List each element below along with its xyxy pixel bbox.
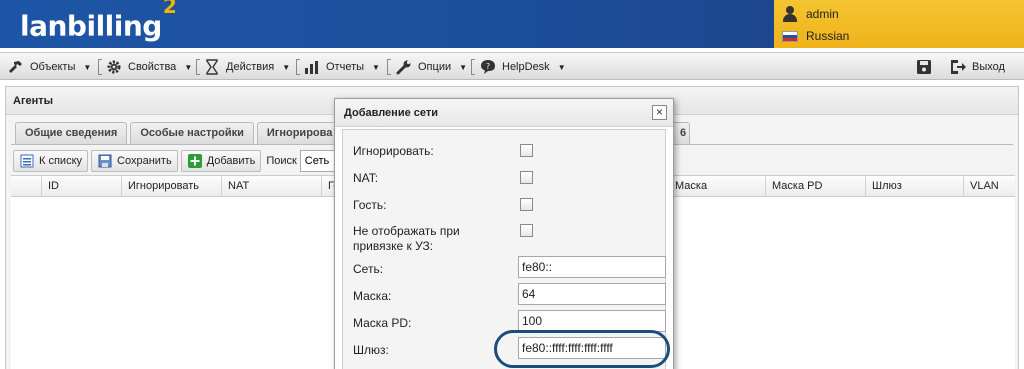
user-icon xyxy=(782,6,798,22)
menu-separator xyxy=(98,59,102,75)
menu-objects-label: Объекты xyxy=(30,61,76,73)
gear-icon xyxy=(107,60,121,74)
wrench-hammer-icon xyxy=(9,61,22,73)
menu-reports-label: Отчеты xyxy=(326,61,365,73)
menu-properties-label: Свойства xyxy=(128,61,177,73)
app-logo: lanbilling2 xyxy=(20,0,177,43)
language-row[interactable]: Russian xyxy=(782,29,849,43)
menu-options-label: Опции xyxy=(418,61,452,73)
menu-helpdesk[interactable]: ? HelpDesk ▼ xyxy=(480,57,566,77)
hide-checkbox[interactable] xyxy=(520,224,533,237)
gateway-label: Шлюз: xyxy=(353,343,389,357)
grid-toolbar: К списку Сохранить Добавить Поиск xyxy=(13,149,344,173)
logo-superscript: 2 xyxy=(162,0,177,18)
main-menu-bar: Объекты ▼ Свойства ▼ Действия ▼ Отчеты ▼ Опц… xyxy=(0,52,1024,80)
close-icon[interactable]: × xyxy=(652,105,667,120)
chevron-down-icon: ▼ xyxy=(282,62,291,72)
add-button[interactable]: Добавить xyxy=(180,150,262,172)
hourglass-icon xyxy=(206,59,218,75)
dialog-title: Добавление сети xyxy=(335,99,673,127)
chevron-down-icon: ▼ xyxy=(83,62,92,72)
nat-checkbox[interactable] xyxy=(520,171,533,184)
svg-text:?: ? xyxy=(486,62,490,71)
save-button[interactable]: Сохранить xyxy=(91,150,178,172)
chevron-down-icon: ▼ xyxy=(557,62,566,72)
column-header-nat[interactable]: NAT xyxy=(221,176,321,197)
speech-bubble-icon: ? xyxy=(481,60,495,74)
menu-actions-label: Действия xyxy=(226,61,275,73)
menu-save-disk[interactable] xyxy=(916,57,932,77)
column-header-vlan[interactable]: VLAN xyxy=(963,176,1015,197)
mask-label: Маска: xyxy=(353,289,392,303)
app-header: lanbilling2 admin Russian xyxy=(0,0,1024,48)
floppy-disk-icon xyxy=(917,60,931,74)
gateway-highlight-ring xyxy=(494,330,670,368)
chevron-down-icon: ▼ xyxy=(459,62,468,72)
column-header-id[interactable]: ID xyxy=(41,176,121,197)
tab-ignore[interactable]: Игнорирова xyxy=(256,122,343,144)
menu-actions[interactable]: Действия ▼ xyxy=(204,57,290,77)
language-name: Russian xyxy=(806,29,850,43)
logout-icon xyxy=(951,60,966,74)
menu-options[interactable]: Опции ▼ xyxy=(396,57,467,77)
hide-label: Не отображать при привязке к УЗ: xyxy=(353,224,460,253)
menu-exit-label: Выход xyxy=(972,61,1005,73)
menu-separator xyxy=(196,59,200,75)
column-header-ignore[interactable]: Игнорировать xyxy=(121,176,221,197)
menu-objects[interactable]: Объекты ▼ xyxy=(8,57,91,77)
ignore-label: Игнорировать: xyxy=(353,144,434,158)
network-label: Сеть: xyxy=(353,262,384,276)
menu-separator xyxy=(471,59,475,75)
tab-general[interactable]: Общие сведения xyxy=(15,122,128,144)
column-header-mask[interactable]: Маска xyxy=(668,176,765,197)
mask-pd-field[interactable] xyxy=(518,310,666,332)
user-row[interactable]: admin xyxy=(782,6,839,22)
mask-pd-label: Маска PD: xyxy=(353,316,412,330)
user-box: admin Russian xyxy=(774,0,1024,48)
menu-reports[interactable]: Отчеты ▼ xyxy=(304,57,380,77)
menu-exit[interactable]: Выход xyxy=(950,57,1005,77)
menu-separator xyxy=(296,59,300,75)
back-to-list-label: К списку xyxy=(39,155,83,167)
back-to-list-button[interactable]: К списку xyxy=(13,150,89,172)
add-network-dialog: Добавление сети × Игнорировать: NAT: Гос… xyxy=(334,98,674,369)
save-icon xyxy=(98,154,112,168)
mask-field[interactable] xyxy=(518,283,666,305)
tab-special-settings[interactable]: Особые настройки xyxy=(130,122,254,144)
add-icon xyxy=(187,154,202,168)
russia-flag-icon xyxy=(782,30,798,42)
logo-text: lanbilling xyxy=(20,9,162,43)
guest-checkbox[interactable] xyxy=(520,198,533,211)
user-name: admin xyxy=(806,7,839,21)
menu-helpdesk-label: HelpDesk xyxy=(502,61,550,73)
chevron-down-icon: ▼ xyxy=(184,62,193,72)
column-header-gateway[interactable]: Шлюз xyxy=(865,176,963,197)
ignore-checkbox[interactable] xyxy=(520,144,533,157)
menu-separator xyxy=(387,59,391,75)
tab-strip: Общие сведения Особые настройки Игнориро… xyxy=(15,122,343,144)
wrench-icon xyxy=(396,60,411,75)
search-label: Поиск xyxy=(266,155,297,167)
save-label: Сохранить xyxy=(117,155,172,167)
bar-chart-icon xyxy=(305,61,318,74)
column-header-mask-pd[interactable]: Маска PD xyxy=(765,176,865,197)
nat-label: NAT: xyxy=(353,171,379,185)
guest-label: Гость: xyxy=(353,198,387,212)
network-field[interactable] xyxy=(518,256,666,278)
menu-properties[interactable]: Свойства ▼ xyxy=(106,57,192,77)
chevron-down-icon: ▼ xyxy=(372,62,380,72)
add-label: Добавить xyxy=(206,155,256,167)
list-back-icon xyxy=(20,154,34,168)
